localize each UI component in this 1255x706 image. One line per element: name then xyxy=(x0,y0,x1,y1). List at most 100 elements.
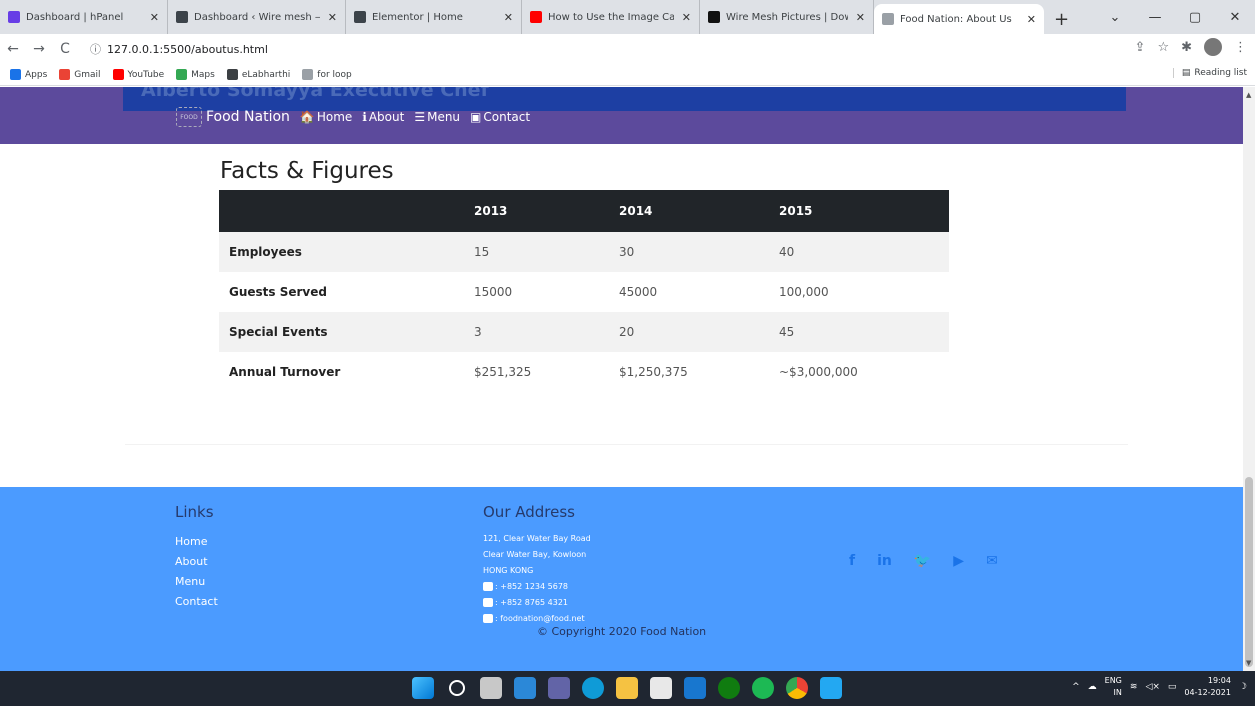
extensions-icon[interactable]: ✱ xyxy=(1181,40,1192,55)
column-header xyxy=(219,190,464,232)
reading-list-button[interactable]: ▤ Reading list xyxy=(1172,68,1247,78)
address-line: 121, Clear Water Bay Road xyxy=(483,534,591,543)
close-tab-icon[interactable]: ✕ xyxy=(504,11,513,24)
language-indicator[interactable]: ENG IN xyxy=(1105,675,1122,699)
brand-name[interactable]: Food Nation xyxy=(206,109,290,125)
envelope-icon xyxy=(483,614,493,623)
twitter-icon[interactable]: 🐦 xyxy=(914,553,931,569)
email-link[interactable]: : foodnation@food.net xyxy=(495,614,585,623)
list-icon: ☰ xyxy=(414,110,426,124)
battery-icon[interactable]: ▭ xyxy=(1168,682,1177,692)
row-header-cell: Annual Turnover xyxy=(219,352,464,392)
bookmark-apps[interactable]: Apps xyxy=(10,69,47,80)
close-tab-icon[interactable]: ✕ xyxy=(1027,13,1036,26)
close-tab-icon[interactable]: ✕ xyxy=(328,11,337,24)
scrollbar-thumb[interactable] xyxy=(1245,477,1253,667)
footer-link-menu[interactable]: Menu xyxy=(175,572,218,592)
nav-link-menu[interactable]: ☰ Menu xyxy=(414,110,460,124)
scroll-up-icon[interactable]: ▲ xyxy=(1246,91,1251,99)
mail-app-icon[interactable] xyxy=(684,677,706,699)
chrome-icon[interactable] xyxy=(786,677,808,699)
bookmark-elabharthi[interactable]: eLabharthi xyxy=(226,69,290,80)
windows-start-icon[interactable] xyxy=(412,677,434,699)
onedrive-icon[interactable]: ☁ xyxy=(1088,682,1097,692)
browser-tab[interactable]: How to Use the Image Caro ✕ xyxy=(522,0,700,34)
close-tab-icon[interactable]: ✕ xyxy=(682,11,691,24)
forward-icon[interactable]: → xyxy=(26,41,52,57)
reload-icon[interactable]: C xyxy=(52,41,78,57)
search-icon[interactable] xyxy=(449,680,465,696)
scroll-down-icon[interactable]: ▼ xyxy=(1246,659,1251,667)
bookmark-for-loop[interactable]: for loop xyxy=(302,69,352,80)
teams-chat-icon[interactable] xyxy=(548,677,570,699)
site-footer: Links Home About Menu Contact Our Address 1… xyxy=(0,487,1243,671)
maximize-icon[interactable]: ▢ xyxy=(1175,10,1215,25)
bookmarks-bar: Apps Gmail YouTube Maps eLabharthi for loop ▤… xyxy=(0,64,1255,86)
notifications-icon[interactable]: ☽ xyxy=(1239,682,1247,692)
share-icon[interactable]: ⇪ xyxy=(1135,40,1146,55)
bookmark-label: for loop xyxy=(317,69,352,80)
minimize-icon[interactable]: — xyxy=(1135,10,1175,25)
page-scrollbar[interactable]: ▲ ▼ xyxy=(1243,87,1255,671)
back-icon[interactable]: ← xyxy=(0,41,26,57)
copyright-text: © Copyright 2020 Food Nation xyxy=(537,625,707,638)
footer-address: 121, Clear Water Bay Road Clear Water Bay… xyxy=(483,531,591,627)
edge-icon[interactable] xyxy=(582,677,604,699)
xbox-icon[interactable] xyxy=(718,677,740,699)
mail-icon[interactable]: ✉ xyxy=(986,553,998,569)
nav-link-home[interactable]: 🏠 Home xyxy=(300,110,352,124)
table-row: Special Events 3 20 45 xyxy=(219,312,949,352)
close-tab-icon[interactable]: ✕ xyxy=(856,11,865,24)
store-icon[interactable] xyxy=(650,677,672,699)
bookmark-gmail[interactable]: Gmail xyxy=(59,69,101,80)
bookmark-label: YouTube xyxy=(127,69,165,80)
new-tab-icon[interactable]: + xyxy=(1054,9,1069,34)
spotify-icon[interactable] xyxy=(752,677,774,699)
close-tab-icon[interactable]: ✕ xyxy=(150,11,159,24)
nav-link-about[interactable]: ℹ About xyxy=(362,110,404,124)
column-header: 2015 xyxy=(769,190,949,232)
browser-tab[interactable]: Dashboard ‹ Wire mesh — ✕ xyxy=(168,0,346,34)
wifi-icon[interactable]: ≋ xyxy=(1130,682,1138,692)
bookmark-youtube[interactable]: YouTube xyxy=(112,69,165,80)
gmail-icon xyxy=(59,69,71,80)
youtube-icon[interactable]: ▶ xyxy=(953,553,964,569)
tab-title: How to Use the Image Caro xyxy=(548,11,674,23)
widgets-icon[interactable] xyxy=(514,677,536,699)
browser-tab[interactable]: Elementor | Home ✕ xyxy=(346,0,522,34)
browser-tab[interactable]: Dashboard | hPanel ✕ xyxy=(0,0,168,34)
close-window-icon[interactable]: ✕ xyxy=(1215,10,1255,25)
address-bar[interactable]: ⓘ 127.0.0.1:5500/aboutus.html xyxy=(90,38,268,60)
linkedin-icon[interactable]: in xyxy=(877,553,892,569)
facts-table: 2013 2014 2015 Employees 15 30 40 Guests Served… xyxy=(219,190,949,392)
menu-kebab-icon[interactable]: ⋮ xyxy=(1234,40,1247,55)
profile-avatar[interactable] xyxy=(1204,38,1222,56)
bookmark-star-icon[interactable]: ☆ xyxy=(1157,40,1169,55)
file-explorer-icon[interactable] xyxy=(616,677,638,699)
volume-icon[interactable]: ◁× xyxy=(1145,682,1159,692)
tab-search-icon[interactable]: ⌄ xyxy=(1095,10,1135,25)
clock-date: 04-12-2021 xyxy=(1184,688,1231,697)
nav-link-contact[interactable]: ▣ Contact xyxy=(470,110,530,124)
tab-title: Dashboard | hPanel xyxy=(26,11,124,23)
task-view-icon[interactable] xyxy=(480,677,502,699)
browser-tab[interactable]: Food Nation: About Us ✕ xyxy=(874,4,1044,34)
vscode-icon[interactable] xyxy=(820,677,842,699)
food-nation-logo[interactable]: FOOD xyxy=(176,107,202,127)
footer-link-about[interactable]: About xyxy=(175,552,218,572)
system-clock[interactable]: 19:04 04-12-2021 xyxy=(1184,675,1231,699)
facebook-icon[interactable]: f xyxy=(849,553,855,569)
tab-title: Food Nation: About Us xyxy=(900,13,1012,25)
footer-link-contact[interactable]: Contact xyxy=(175,592,218,612)
unsplash-icon xyxy=(708,11,720,23)
bookmark-label: Maps xyxy=(191,69,215,80)
browser-tab[interactable]: Wire Mesh Pictures | Downl ✕ xyxy=(700,0,874,34)
info-icon[interactable]: ⓘ xyxy=(90,41,101,57)
table-cell: 15000 xyxy=(464,272,609,312)
browser-toolbar: ← → C ⓘ 127.0.0.1:5500/aboutus.html ⇪ ☆ … xyxy=(0,34,1255,64)
show-hidden-icons[interactable]: ^ xyxy=(1072,682,1080,692)
table-cell: 3 xyxy=(464,312,609,352)
bookmark-maps[interactable]: Maps xyxy=(176,69,215,80)
footer-link-home[interactable]: Home xyxy=(175,532,218,552)
food-nation-icon xyxy=(882,13,894,25)
